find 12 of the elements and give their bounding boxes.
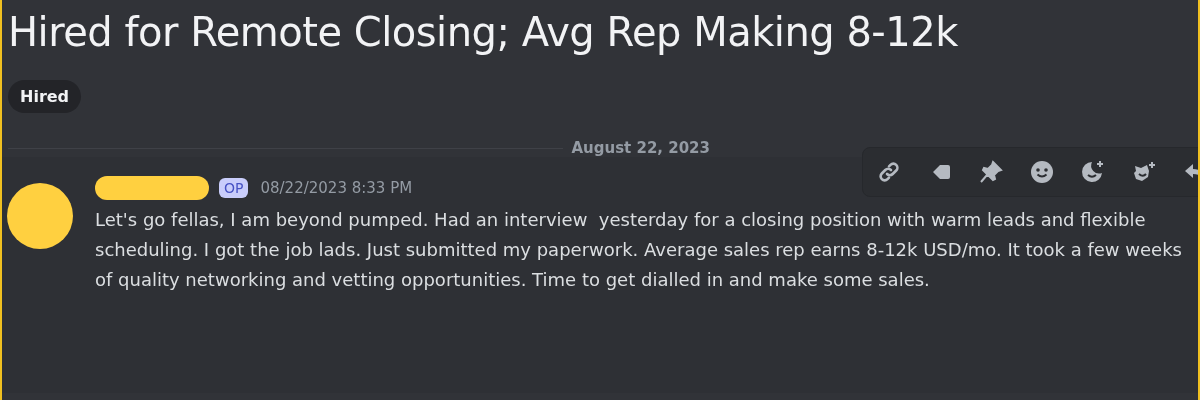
pin-icon[interactable] [979,160,1003,184]
message-text: Let's go fellas, I am beyond pumped. Had an interview yesterday for a closing position with warm leads and flexible scheduling. I got the job lads. Just submitted my paperwork. Average sales rep earns 8-12k USD/mo. It took a few weeks of quality networking and vetting opportunities. Time to get dialled in and make some sales. [95,208,1183,292]
emoji-icon[interactable] [1030,160,1054,184]
link-icon[interactable] [877,160,901,184]
add-reaction-icon[interactable] [1081,160,1105,184]
timestamp: 08/22/2023 8:33 PM [260,179,413,197]
add-reaction-icon[interactable] [1132,160,1156,184]
date-divider: August 22, 2023 [571,139,711,157]
op-badge: OP [219,178,249,198]
tag-chip[interactable]: Hired [8,80,82,113]
avatar[interactable] [7,183,73,249]
thread-title: Hired for Remote Closing; Avg Rep Making 8-12k [8,8,959,57]
